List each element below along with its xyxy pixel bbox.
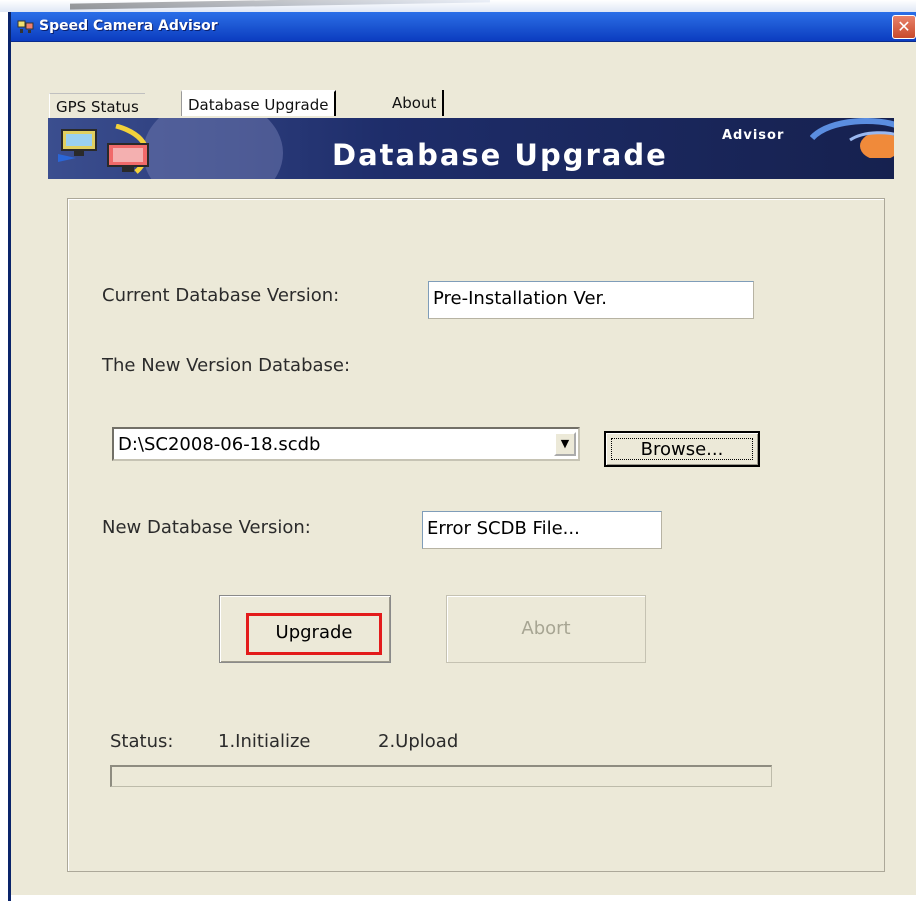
upgrade-button[interactable]: Upgrade xyxy=(219,595,391,663)
upgrade-label: Upgrade xyxy=(246,613,382,655)
status-label: Status: xyxy=(110,731,174,752)
new-version-label: New Database Version: xyxy=(102,517,311,538)
banner-title: Database Upgrade xyxy=(332,138,668,172)
desktop-background xyxy=(0,0,916,12)
new-version-field[interactable]: Error SCDB File... xyxy=(422,511,662,549)
header-banner: Advisor Database Upgrade xyxy=(48,118,894,179)
browse-label: Browse... xyxy=(611,438,753,460)
status-step-upload: 2.Upload xyxy=(378,731,459,752)
app-window: Speed Camera Advisor ✕ GPS Status Databa… xyxy=(8,12,916,901)
upgrade-group-box: Current Database Version: Pre-Installati… xyxy=(67,198,885,872)
close-button[interactable]: ✕ xyxy=(892,15,916,39)
close-icon: ✕ xyxy=(897,17,911,36)
tab-about[interactable]: About xyxy=(386,90,445,116)
abort-button[interactable]: Abort xyxy=(446,595,646,663)
chevron-down-icon: ▼ xyxy=(560,437,570,450)
current-version-label: Current Database Version: xyxy=(102,285,340,306)
browse-button[interactable]: Browse... xyxy=(604,431,760,467)
tab-database-upgrade[interactable]: Database Upgrade xyxy=(181,90,337,116)
banner-subtitle: Advisor xyxy=(722,128,785,143)
window-title: Speed Camera Advisor xyxy=(39,18,218,34)
monitors-icon xyxy=(58,124,149,174)
logo-arc-icon xyxy=(810,118,894,158)
tab-gps-status[interactable]: GPS Status xyxy=(49,93,145,119)
app-icon xyxy=(17,20,34,33)
database-path-value: D:\SC2008-06-18.scdb xyxy=(118,434,321,455)
progress-bar xyxy=(110,765,772,787)
status-step-initialize: 1.Initialize xyxy=(218,731,311,752)
database-path-combobox[interactable]: D:\SC2008-06-18.scdb ▼ xyxy=(112,427,580,461)
dropdown-button[interactable]: ▼ xyxy=(554,432,576,456)
current-version-field[interactable]: Pre-Installation Ver. xyxy=(428,281,754,319)
window-border xyxy=(8,42,11,901)
new-database-label: The New Version Database: xyxy=(102,355,351,376)
desktop-decoration xyxy=(70,0,490,10)
window-bottom-edge xyxy=(11,895,916,901)
title-bar[interactable]: Speed Camera Advisor ✕ xyxy=(11,12,916,42)
